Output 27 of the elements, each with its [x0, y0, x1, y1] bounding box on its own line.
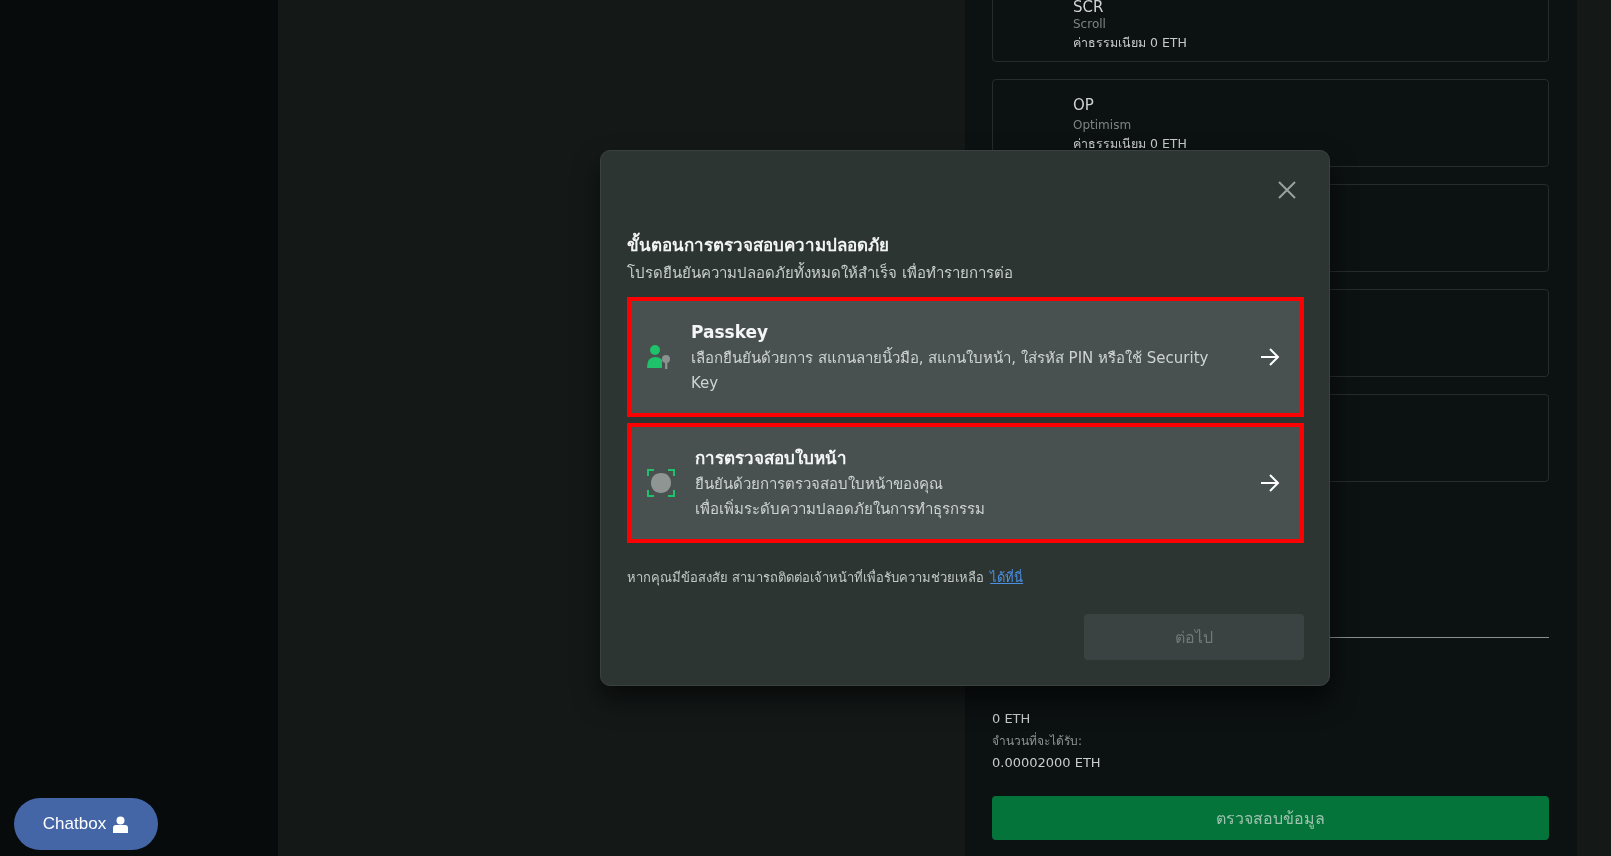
user-icon: [112, 815, 130, 833]
verification-option[interactable]: การตรวจสอบใบหน้า ยืนยันด้วยการตรวจสอบใบหน้าของคุณ เพื่อเพิ่มระดับความปลอดภัยในการทำธุรกรรม: [627, 423, 1304, 543]
network-name: Scroll: [1073, 16, 1107, 33]
option-title: การตรวจสอบใบหน้า: [695, 447, 848, 470]
arrow-right-icon: [1260, 348, 1280, 366]
option-description: เลือกยืนยันด้วยการ สแกนลายนิ้วมือ, สแกนใบหน้า, ใส่รหัส PIN หรือใช้ Security Key: [691, 346, 1210, 394]
dialog-title: ขั้นตอนการตรวจสอบความปลอดภัย: [627, 233, 1304, 257]
help-link[interactable]: ได้ที่นี่: [990, 567, 1024, 588]
network-fee: ค่าธรรมเนียม 0 ETH: [1073, 135, 1188, 153]
network-fee: ค่าธรรมเนียม 0 ETH: [1073, 34, 1188, 52]
option-title: Passkey: [691, 321, 770, 344]
network-card[interactable]: SCR Scroll ค่าธรรมเนียม 0 ETH: [992, 0, 1549, 62]
summary-value: 0 ETH: [992, 710, 1031, 728]
verification-option[interactable]: Passkey เลือกยืนยันด้วยการ สแกนลายนิ้วมือ, สแกนใบหน้า, ใส่รหัส PIN หรือใช้ Security Key: [627, 297, 1304, 417]
help-text: หากคุณมีข้อสงสัย สามารถติดต่อเจ้าหน้าที่เพื่อรับความช่วยเหลือ: [627, 568, 985, 588]
option-description: ยืนยันด้วยการตรวจสอบใบหน้าของคุณ เพื่อเพิ่มระดับความปลอดภัยในการทำธุรกรรม: [695, 474, 986, 521]
network-symbol: SCR: [1073, 0, 1105, 15]
user-key-icon: [647, 344, 671, 370]
arrow-right-icon: [1260, 474, 1280, 492]
chatbox-button[interactable]: Chatbox: [14, 798, 158, 850]
face-scan-icon: [647, 469, 675, 497]
dialog-subtitle: โปรดยืนยันความปลอดภัยทั้งหมดให้สำเร็จ เพื่อทำรายการต่อ: [627, 261, 1014, 284]
network-symbol: OP: [1073, 95, 1095, 116]
network-name: Optimism: [1073, 117, 1133, 134]
summary-label: จำนวนที่จะได้รับ:: [992, 731, 1083, 750]
summary-value: 0.00002000 ETH: [992, 754, 1101, 772]
close-icon[interactable]: [1276, 179, 1298, 201]
